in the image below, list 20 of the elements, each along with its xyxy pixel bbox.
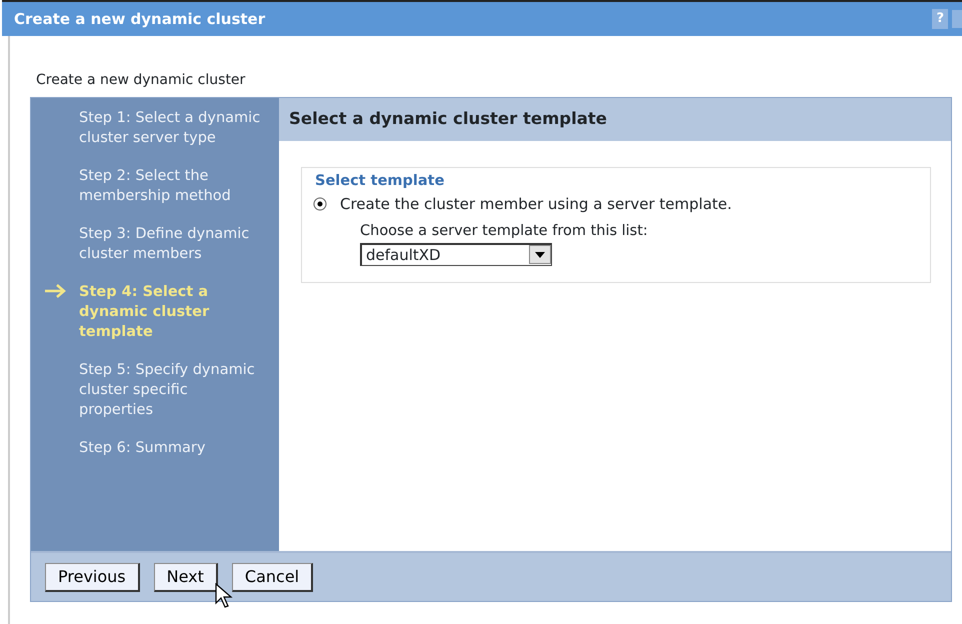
page-heading: Create a new dynamic cluster: [35, 71, 246, 90]
template-select[interactable]: defaultXD: [360, 242, 552, 266]
wizard-step[interactable]: Step 1: Select a dynamic cluster server type: [31, 108, 279, 166]
wizard-button[interactable]: Next: [154, 562, 218, 592]
dropdown-caret-icon[interactable]: [529, 245, 551, 264]
current-step-arrow-icon: [44, 284, 66, 298]
wizard-step[interactable]: Step 6: Summary: [31, 438, 279, 476]
wizard-step[interactable]: Step 3: Define dynamic cluster members: [31, 224, 279, 282]
panel-heading: Select a dynamic cluster template: [279, 98, 951, 141]
select-label: Choose a server template from this list:: [360, 222, 649, 241]
wizard-button[interactable]: Cancel: [232, 562, 314, 592]
pointer-cursor-icon: [215, 583, 233, 609]
help-button[interactable]: ?: [932, 9, 948, 29]
window-title: Create a new dynamic cluster: [14, 8, 266, 30]
wizard-step[interactable]: Step 2: Select the membership method: [31, 166, 279, 224]
wizard-step[interactable]: Step 5: Specify dynamic cluster specific properties: [31, 360, 279, 438]
wizard-step[interactable]: Step 4: Select a dynamic cluster template: [31, 282, 279, 360]
server-template-radio[interactable]: Create the cluster member using a server template.: [312, 192, 920, 215]
wizard-button[interactable]: Previous: [45, 562, 140, 592]
radio-icon[interactable]: [312, 196, 328, 212]
